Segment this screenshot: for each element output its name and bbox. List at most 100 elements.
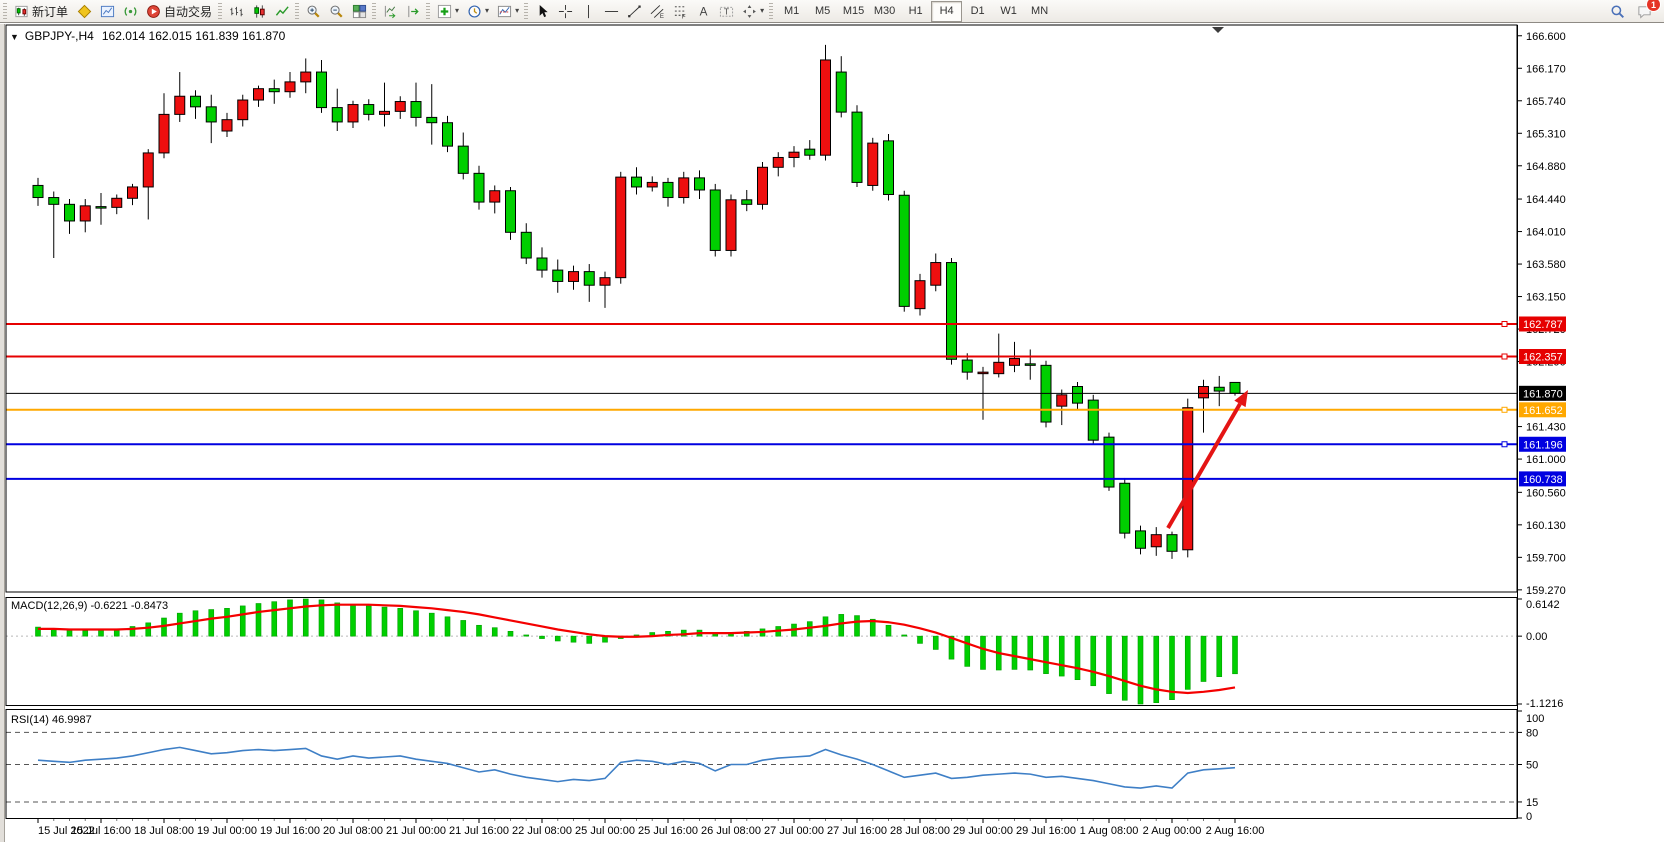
candle-body (852, 112, 862, 182)
candle-body (789, 152, 799, 157)
zoom-out-icon (329, 4, 344, 19)
chart-canvas[interactable]: 166.600166.170165.740165.310164.880164.4… (0, 0, 1664, 842)
candle-body (647, 182, 657, 187)
time-axis-label: 19 Jul 16:00 (260, 825, 320, 837)
candle-body (616, 177, 626, 278)
candle-body (537, 258, 547, 270)
crosshair-button[interactable] (554, 0, 577, 22)
time-axis-label: 21 Jul 16:00 (449, 825, 509, 837)
candle-body (569, 272, 579, 282)
macd-pane[interactable] (6, 598, 1517, 706)
time-axis-label: 22 Jul 08:00 (512, 825, 572, 837)
symbol-dropdown-icon[interactable]: ▼ (10, 32, 19, 42)
macd-histogram-bar (1154, 636, 1159, 703)
timeframe-m5[interactable]: M5 (807, 1, 838, 22)
text-label-button[interactable]: T (715, 0, 738, 22)
crosshair-icon (558, 4, 573, 19)
time-axis-label: 25 Jul 00:00 (575, 825, 635, 837)
rsi-tick-label: 0 (1526, 811, 1532, 823)
candle-body (1088, 400, 1098, 440)
macd-histogram-bar (1170, 636, 1175, 700)
toolbar-grip (524, 3, 528, 20)
line-handle[interactable] (1502, 354, 1507, 359)
candle-body (962, 360, 972, 372)
horizontal-line-button[interactable] (600, 0, 623, 22)
candle-body (758, 167, 768, 204)
timeframe-h4[interactable]: H4 (931, 1, 962, 22)
arrows-icon (742, 4, 757, 19)
candle-body (112, 198, 122, 207)
fibonacci-button[interactable]: F (669, 0, 692, 22)
search-button[interactable] (1606, 0, 1629, 22)
candle-body (269, 89, 279, 92)
chart-ohlc-values: 162.014 162.015 161.839 161.870 (102, 29, 286, 43)
macd-histogram-bar (508, 631, 513, 636)
candlestick-chart-button[interactable] (248, 0, 271, 22)
main-chart-pane[interactable] (6, 25, 1517, 592)
macd-histogram-bar (240, 606, 245, 636)
timeframe-mn[interactable]: MN (1024, 1, 1055, 22)
candle-body (600, 278, 610, 286)
macd-histogram-bar (99, 630, 104, 636)
line-chart-button[interactable] (271, 0, 294, 22)
trendline-button[interactable] (623, 0, 646, 22)
navigator-icon (77, 4, 92, 19)
line-handle[interactable] (1502, 321, 1507, 326)
candle-body (474, 173, 484, 202)
templates-dropdown-button[interactable]: ▾ (493, 0, 523, 22)
notifications-button[interactable]: 1 (1633, 0, 1656, 22)
macd-histogram-bar (225, 608, 230, 636)
macd-histogram-bar (1075, 636, 1080, 680)
zoom-out-button[interactable] (325, 0, 348, 22)
signal-button[interactable] (119, 0, 142, 22)
timeframe-w1[interactable]: W1 (993, 1, 1024, 22)
vertical-line-button[interactable] (577, 0, 600, 22)
timeframe-h1[interactable]: H1 (900, 1, 931, 22)
timeframe-d1[interactable]: D1 (962, 1, 993, 22)
macd-histogram-bar (1217, 636, 1222, 677)
price-tick-label: 159.700 (1526, 552, 1566, 564)
candle-body (254, 89, 264, 100)
candle-body (301, 72, 311, 82)
price-tick-label: 159.270 (1526, 585, 1566, 597)
macd-histogram-bar (414, 611, 419, 636)
candle-body (1214, 387, 1224, 391)
chart-window-icon (100, 4, 115, 19)
tile-windows-button[interactable] (348, 0, 371, 22)
channel-button[interactable]: E (646, 0, 669, 22)
bar-chart-button[interactable] (225, 0, 248, 22)
dropdown-caret-icon: ▾ (455, 7, 459, 15)
price-line-label: 162.357 (1523, 352, 1563, 364)
new-order-button[interactable]: 新订单 (10, 0, 73, 22)
auto-scroll-button[interactable] (379, 0, 402, 22)
candle-body (490, 191, 500, 202)
periods-dropdown-button[interactable]: ▾ (463, 0, 493, 22)
auto-trading-button[interactable]: 自动交易 (142, 0, 217, 22)
chart-shift-button[interactable] (402, 0, 425, 22)
timeframe-m15[interactable]: M15 (838, 1, 869, 22)
macd-indicator-label: MACD(12,26,9) -0.6221 -0.8473 (11, 600, 168, 612)
price-tick-label: 161.430 (1526, 422, 1566, 434)
line-handle[interactable] (1502, 407, 1507, 412)
rsi-tick-label: 15 (1526, 797, 1538, 809)
chart-window-button[interactable] (96, 0, 119, 22)
zoom-in-icon (306, 4, 321, 19)
text-button[interactable]: A (692, 0, 715, 22)
svg-text:F: F (682, 13, 686, 18)
time-axis-label: 19 Jul 00:00 (197, 825, 257, 837)
zoom-in-button[interactable] (302, 0, 325, 22)
chart-title[interactable]: ▼GBPJPY-,H4162.014 162.015 161.839 161.8… (10, 29, 285, 43)
timeframe-m30[interactable]: M30 (869, 1, 900, 22)
timeframe-m1[interactable]: M1 (776, 1, 807, 22)
cursor-button[interactable] (531, 0, 554, 22)
navigator-button[interactable] (73, 0, 96, 22)
candle-body (773, 157, 783, 167)
macd-histogram-bar (587, 636, 592, 643)
candle-body (553, 270, 563, 281)
indicators-dropdown-button[interactable]: ▾ (433, 0, 463, 22)
line-handle[interactable] (1502, 442, 1507, 447)
window-left-edge (0, 24, 4, 842)
arrows-dropdown-button[interactable]: ▾ (738, 0, 768, 22)
rsi-tick-label: 100 (1526, 713, 1544, 725)
candle-body (206, 107, 216, 122)
